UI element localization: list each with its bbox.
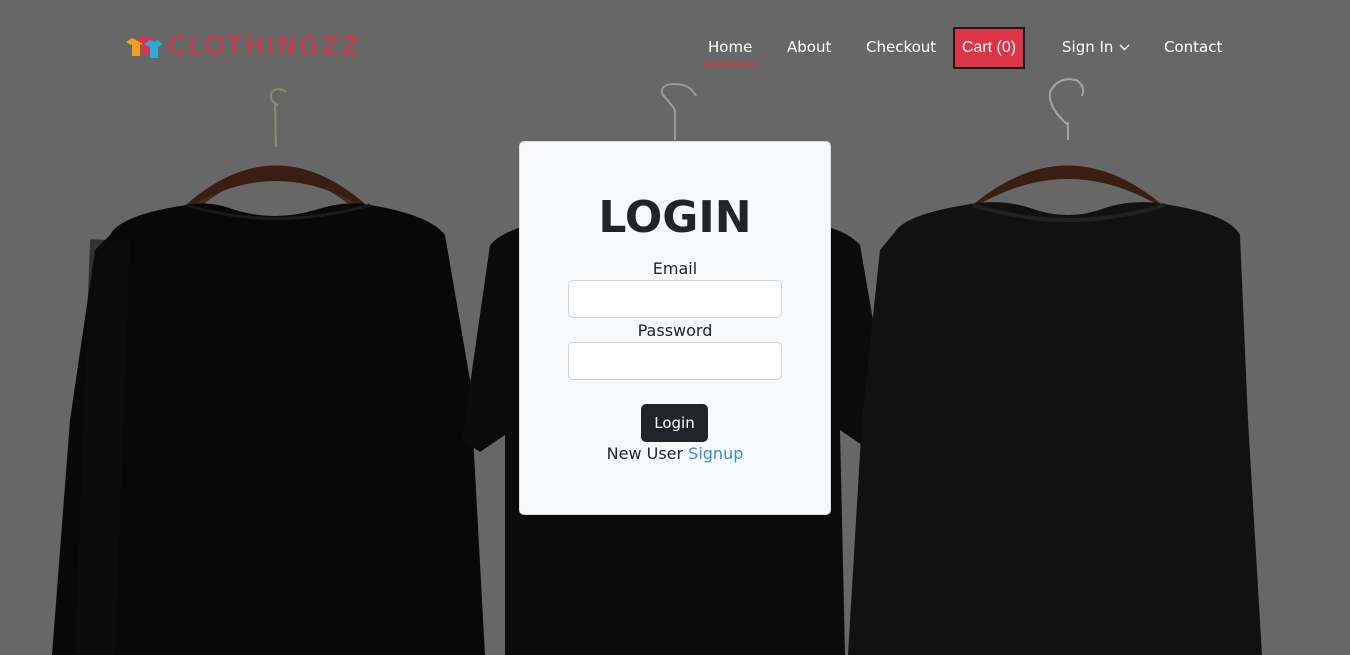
login-title: LOGIN <box>598 192 752 243</box>
shirts-logo-icon <box>126 36 162 58</box>
password-label: Password <box>637 321 713 340</box>
signup-link[interactable]: Signup <box>688 444 743 463</box>
nav-about-link[interactable]: About <box>787 38 831 56</box>
active-nav-indicator <box>704 63 758 65</box>
nav-sign-in-label: Sign In <box>1062 38 1114 56</box>
brand-logo[interactable]: CLOTHINGZZ <box>124 32 362 60</box>
login-card: LOGIN Email Password Login New User Sign… <box>519 141 831 515</box>
email-field[interactable] <box>568 280 782 318</box>
signup-prompt: New User Signup <box>520 444 830 463</box>
cart-button[interactable]: Cart (0) <box>953 27 1025 69</box>
chevron-down-icon <box>1119 44 1130 51</box>
nav-contact-link[interactable]: Contact <box>1164 38 1222 56</box>
brand-name: CLOTHINGZZ <box>168 31 362 60</box>
nav-sign-in-dropdown[interactable]: Sign In <box>1062 38 1130 56</box>
email-label: Email <box>652 259 698 278</box>
nav-checkout-link[interactable]: Checkout <box>866 38 936 56</box>
nav-home-link[interactable]: Home <box>708 38 752 56</box>
password-field[interactable] <box>568 342 782 380</box>
login-button[interactable]: Login <box>641 404 708 442</box>
login-page: CLOTHINGZZ Home About Checkout Cart (0) … <box>0 0 1350 655</box>
new-user-text: New User <box>606 444 684 463</box>
